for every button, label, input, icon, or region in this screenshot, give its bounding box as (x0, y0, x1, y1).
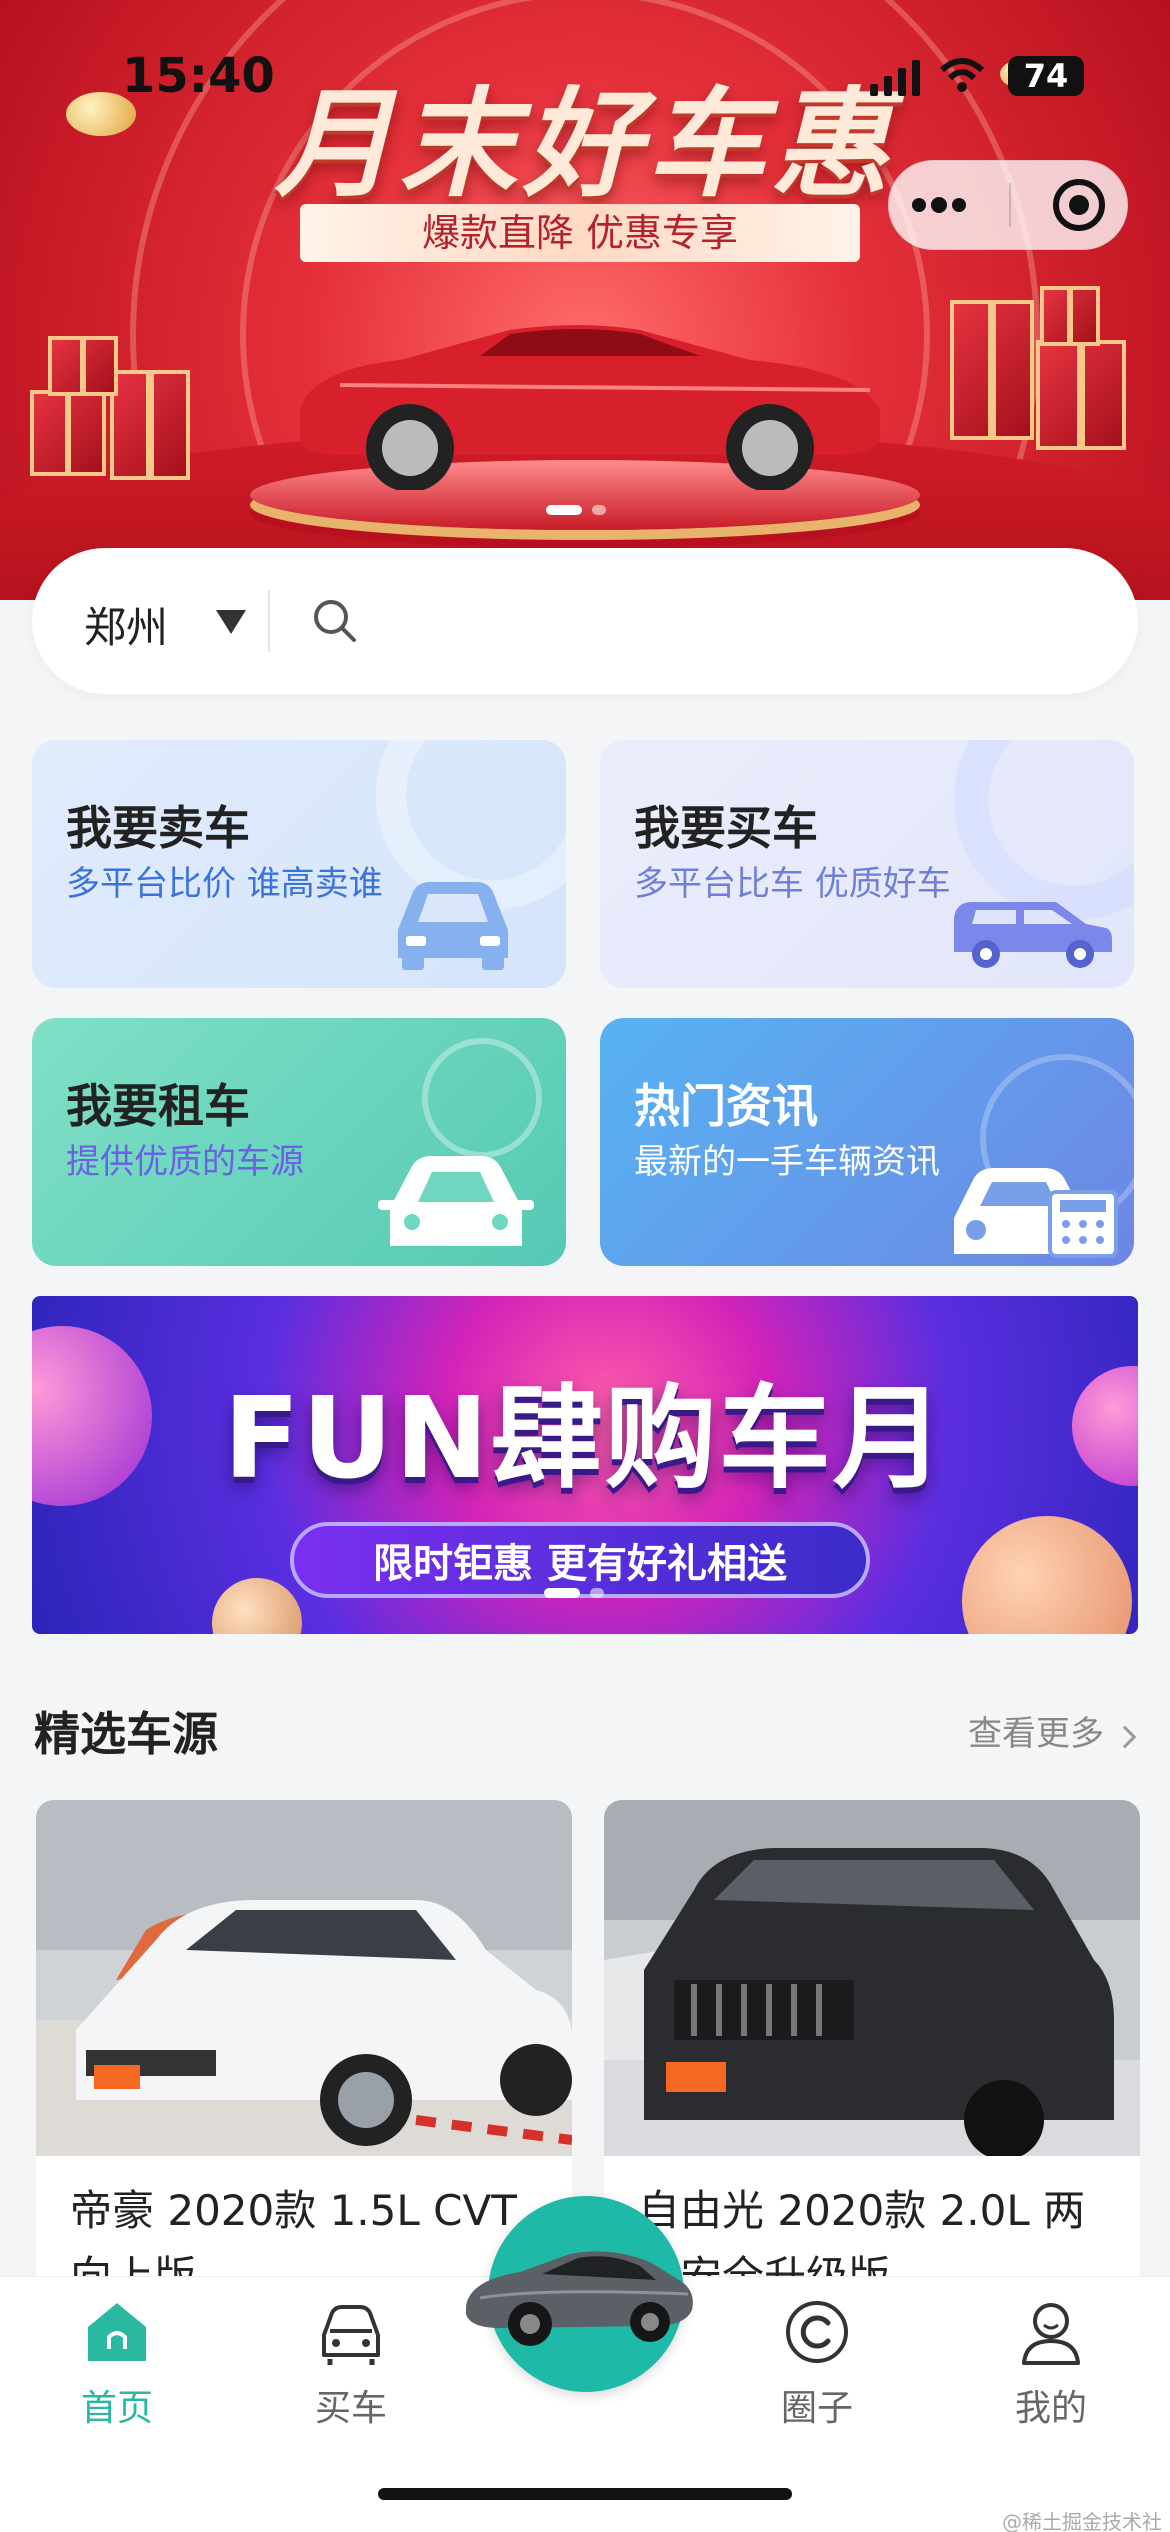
home-icon (88, 2303, 146, 2361)
page: 月末好车惠 爆款直降 优惠专享 15:40 74 郑州 我要卖车 多平台比价 谁… (0, 0, 1170, 2532)
gift-box (1040, 286, 1100, 346)
circle-icon (786, 2301, 848, 2363)
red-convertible-car-image (300, 325, 880, 490)
wifi-icon (940, 58, 984, 92)
gift-box (950, 300, 1034, 440)
search-bar: 郑州 (32, 548, 1138, 694)
rent-car-card[interactable]: 我要租车 提供优质的车源 (32, 1018, 566, 1266)
tab-label: 首页 (80, 2388, 153, 2429)
signal-icon (870, 60, 920, 96)
tab-label: 我的 (1014, 2388, 1087, 2429)
hot-news-card[interactable]: 热门资讯 最新的一手车辆资讯 (600, 1018, 1134, 1266)
card-decoration (422, 1038, 542, 1158)
car-photo (36, 1800, 572, 2156)
search-divider (268, 590, 270, 652)
tab-buy-car[interactable]: 买车 (276, 2297, 426, 2431)
card-title: 我要租车 (66, 1079, 250, 1133)
gift-box (48, 336, 118, 396)
miniprogram-capsule (888, 160, 1128, 250)
promo-carousel-dots (544, 1588, 604, 1598)
hero-carousel-dots (546, 505, 606, 515)
gift-box (1036, 340, 1126, 450)
promo-banner[interactable]: FUN肆购车月 限时钜惠 更有好礼相送 (32, 1296, 1138, 1634)
card-subtitle: 最新的一手车辆资讯 (634, 1142, 940, 1182)
car-photo (604, 1800, 1140, 2156)
gift-box (30, 390, 106, 476)
coin-decoration (962, 1516, 1132, 1634)
card-title: 我要买车 (634, 801, 818, 855)
car-front-icon (378, 1156, 534, 1246)
city-selector[interactable]: 郑州 (84, 594, 168, 655)
tab-label: 买车 (314, 2388, 387, 2429)
car-calculator-icon (954, 1168, 1118, 1258)
tab-label: 圈子 (780, 2388, 853, 2429)
watermark: @稀土掘金技术社区 (1002, 2510, 1162, 2532)
dot (590, 1588, 604, 1598)
capsule-divider (1009, 183, 1011, 227)
promo-subtitle: 限时钜惠 更有好礼相送 (290, 1522, 870, 1598)
status-time: 15:40 (122, 48, 275, 104)
see-more-label: 查看更多 (968, 1714, 1104, 1754)
tab-circle[interactable]: 圈子 (742, 2297, 892, 2431)
car-icon (322, 2305, 380, 2365)
search-icon[interactable] (310, 596, 360, 646)
dot-active (546, 505, 582, 515)
home-indicator (378, 2488, 792, 2500)
battery-indicator: 74 (1008, 56, 1084, 96)
status-bar: 15:40 74 (0, 0, 1170, 150)
dot (592, 505, 606, 515)
card-title: 我要卖车 (66, 801, 250, 855)
dropdown-triangle-icon[interactable] (216, 610, 246, 634)
see-more-link[interactable]: 查看更多 (968, 1706, 1137, 1755)
sell-car-card[interactable]: 我要卖车 多平台比价 谁高卖谁 (32, 740, 566, 988)
section-title: 精选车源 (34, 1707, 218, 1761)
chevron-right-icon (1113, 1725, 1137, 1749)
coin-decoration (212, 1578, 302, 1634)
gift-box (110, 370, 190, 480)
dot-active (544, 1588, 580, 1598)
more-menu-icon[interactable] (909, 195, 969, 215)
center-car-button[interactable] (466, 2196, 693, 2392)
card-subtitle: 多平台比价 谁高卖谁 (66, 864, 383, 904)
promo-title: FUN肆购车月 (223, 1374, 947, 1504)
suv-icon (954, 902, 1112, 968)
card-title: 热门资讯 (634, 1079, 818, 1133)
sports-car-icon (466, 2251, 693, 2346)
search-input[interactable] (382, 588, 1082, 654)
buy-car-card[interactable]: 我要买车 多平台比车 优质好车 (600, 740, 1134, 988)
profile-icon (1022, 2303, 1080, 2365)
sedan-icon (398, 882, 508, 970)
card-subtitle: 提供优质的车源 (66, 1142, 304, 1182)
tab-home[interactable]: 首页 (42, 2297, 192, 2431)
tab-mine[interactable]: 我的 (976, 2297, 1126, 2431)
hero-subtitle: 爆款直降 优惠专享 (300, 204, 860, 262)
card-subtitle: 多平台比车 优质好车 (634, 864, 951, 904)
close-miniprogram-icon[interactable] (1051, 177, 1107, 233)
